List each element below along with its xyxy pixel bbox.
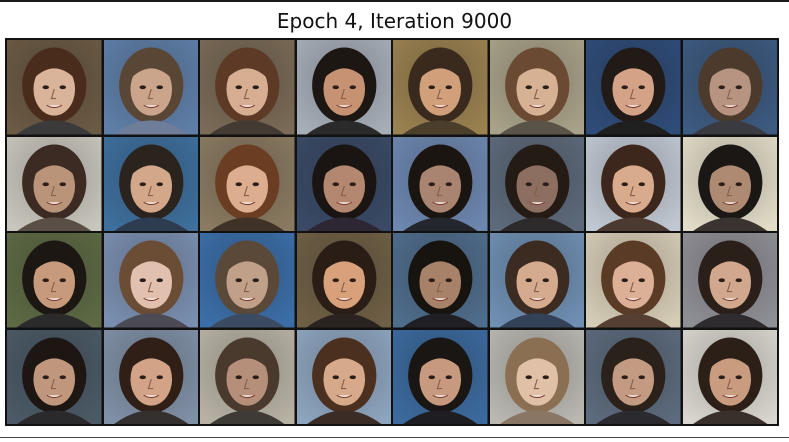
face-image xyxy=(7,40,102,135)
face-image xyxy=(200,136,295,231)
face-tile xyxy=(296,233,391,328)
face-image xyxy=(393,329,488,424)
face-tile xyxy=(586,40,681,135)
face-tile xyxy=(296,40,391,135)
face-tile xyxy=(682,329,777,424)
face-image xyxy=(296,40,391,135)
face-image xyxy=(586,136,681,231)
face-tile xyxy=(103,329,198,424)
face-image xyxy=(103,136,198,231)
face-tile xyxy=(682,233,777,328)
face-image xyxy=(200,40,295,135)
face-image xyxy=(296,136,391,231)
face-tile xyxy=(7,136,102,231)
face-tile xyxy=(200,136,295,231)
face-image xyxy=(200,329,295,424)
face-tile xyxy=(393,136,488,231)
face-tile xyxy=(393,40,488,135)
face-image xyxy=(393,136,488,231)
face-tile xyxy=(103,233,198,328)
figure-title: Epoch 4, Iteration 9000 xyxy=(276,9,513,33)
face-tile xyxy=(682,40,777,135)
face-tile xyxy=(200,329,295,424)
face-image xyxy=(393,233,488,328)
face-tile xyxy=(296,136,391,231)
face-image xyxy=(489,233,584,328)
top-border xyxy=(0,0,789,2)
face-tile xyxy=(200,233,295,328)
face-tile xyxy=(489,136,584,231)
face-image xyxy=(393,40,488,135)
face-tile xyxy=(586,329,681,424)
face-image xyxy=(7,233,102,328)
face-image xyxy=(682,40,777,135)
face-image xyxy=(103,40,198,135)
face-tile xyxy=(296,329,391,424)
face-image xyxy=(489,329,584,424)
face-tile xyxy=(7,40,102,135)
face-image xyxy=(7,329,102,424)
face-tile xyxy=(103,136,198,231)
face-tile xyxy=(393,233,488,328)
face-tile xyxy=(103,40,198,135)
face-image xyxy=(103,233,198,328)
face-image xyxy=(296,233,391,328)
face-tile xyxy=(200,40,295,135)
face-tile xyxy=(489,233,584,328)
face-image xyxy=(7,136,102,231)
face-tile xyxy=(586,136,681,231)
face-image xyxy=(586,233,681,328)
face-image xyxy=(586,329,681,424)
face-image xyxy=(682,136,777,231)
face-tile xyxy=(7,329,102,424)
face-tile xyxy=(682,136,777,231)
face-image xyxy=(296,329,391,424)
face-image xyxy=(682,329,777,424)
face-image xyxy=(489,40,584,135)
face-image xyxy=(586,40,681,135)
face-image xyxy=(200,233,295,328)
face-tile xyxy=(489,329,584,424)
face-tile xyxy=(7,233,102,328)
face-image xyxy=(489,136,584,231)
face-tile xyxy=(489,40,584,135)
face-tile xyxy=(393,329,488,424)
face-image xyxy=(103,329,198,424)
image-grid xyxy=(5,38,779,426)
bottom-border xyxy=(0,437,789,438)
face-image xyxy=(682,233,777,328)
face-tile xyxy=(586,233,681,328)
